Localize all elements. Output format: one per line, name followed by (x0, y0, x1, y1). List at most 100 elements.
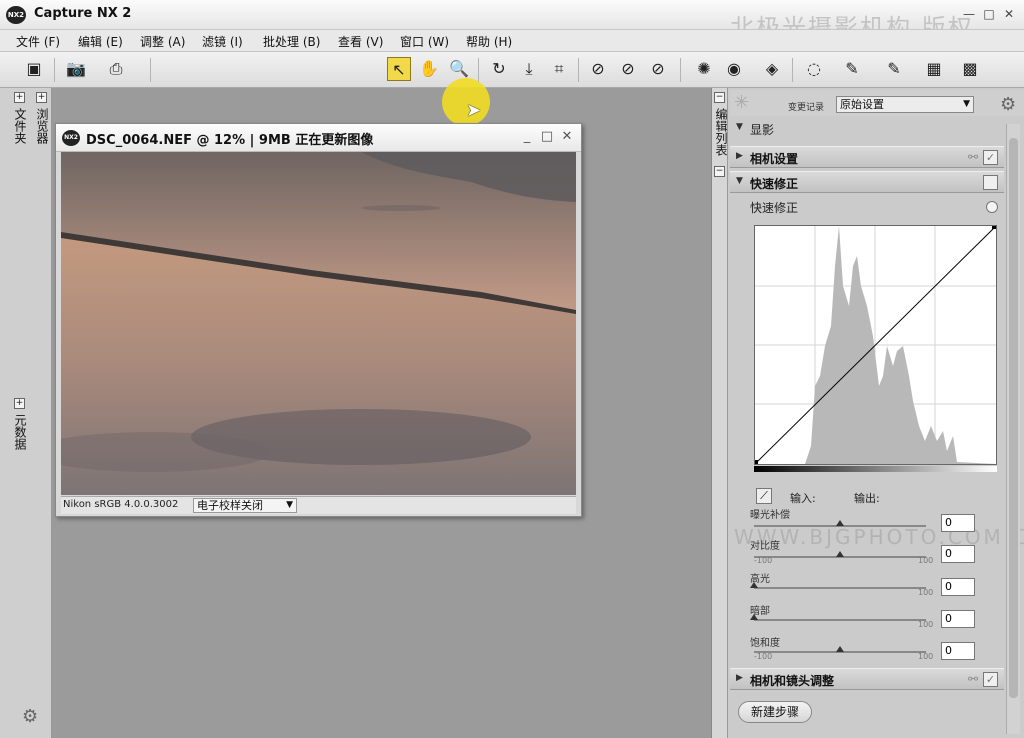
auto-retouch-icon[interactable]: ◉ (722, 57, 746, 81)
expand-folder-icon[interactable]: + (14, 92, 25, 103)
white-point-icon[interactable]: ⊘ (646, 57, 670, 81)
soft-proof-select[interactable]: 电子校样关闭 ▼ (193, 498, 297, 513)
collapse-icon[interactable]: − (714, 166, 725, 177)
tab-metadata[interactable]: 元数据 (11, 414, 27, 450)
camera-lens-adjust-label: 相机和镜头调整 (750, 674, 835, 688)
camera-settings-section[interactable]: ▶ 相机设置 ⚯ ✓ (730, 146, 1004, 168)
toolbar-separator (578, 58, 579, 82)
menu-help[interactable]: 帮助 (H) (466, 33, 512, 50)
crop-icon[interactable]: ⌗ (547, 57, 571, 81)
menu-batch[interactable]: 批处理 (B) (263, 33, 320, 50)
brush-icon[interactable]: ✎ (882, 57, 906, 81)
app-title: Capture NX 2 (34, 6, 132, 21)
tab-edit-list[interactable]: 编辑列表 (712, 108, 728, 156)
shadows-max-label: 100 (918, 620, 934, 629)
lasso-icon[interactable]: ◌ (802, 57, 826, 81)
input-label: 输入: (790, 492, 816, 505)
exposure-label: 曝光补偿 (750, 510, 790, 521)
quick-fix-label: 快速修正 (750, 177, 799, 191)
preset-select-value: 原始设置 (840, 98, 884, 111)
quick-fix-radio[interactable] (986, 201, 998, 213)
direct-select-arrow-icon[interactable]: ↖ (387, 57, 411, 81)
link-icon: ⚯ (967, 150, 978, 164)
edit-list-scrollbar[interactable] (1006, 124, 1020, 734)
history-label: 变更记录 (788, 103, 825, 113)
menu-window[interactable]: 窗口 (W) (400, 33, 449, 50)
maximize-icon[interactable]: □ (982, 7, 996, 21)
photo-image (61, 152, 576, 495)
tone-gradient-bar (754, 466, 997, 472)
quick-fix-checkbox[interactable] (983, 175, 998, 190)
quick-fix-subsection: 快速修正 (730, 196, 1004, 218)
menu-adjust[interactable]: 调整 (A) (140, 33, 185, 50)
red-eye-icon[interactable]: ✺ (692, 57, 716, 81)
contrast-label: 对比度 (750, 541, 780, 552)
print-icon[interactable]: ⎙ (104, 57, 128, 81)
fill-icon[interactable]: ▩ (958, 57, 982, 81)
curve-tool-icon[interactable]: ⟋ (756, 488, 772, 504)
black-point-icon[interactable]: ⊘ (586, 57, 610, 81)
left-dock: + + 文件夹 浏览器 + 元数据 ⚙ (0, 88, 52, 738)
preset-select[interactable]: 原始设置 ▼ (836, 96, 974, 113)
menu-view[interactable]: 查看 (V) (338, 33, 383, 50)
rotate-icon[interactable]: ↻ (487, 57, 511, 81)
chevron-down-icon: ▼ (286, 500, 293, 510)
camera-settings-checkbox[interactable]: ✓ (983, 150, 998, 165)
tab-folder[interactable]: 文件夹 (11, 108, 27, 144)
develop-section[interactable]: ▼ 显影 (730, 118, 1004, 140)
edit-list-header: ✳ 变更记录 原始设置 ▼ ⚙ (730, 90, 1024, 116)
brush-icon[interactable]: ✎ (840, 57, 864, 81)
browser-toggle-icon[interactable]: ▣ (22, 57, 46, 81)
gradient-icon[interactable]: ▦ (922, 57, 946, 81)
camera-lens-adjust-checkbox[interactable]: ✓ (983, 672, 998, 687)
shadows-slider-thumb[interactable] (750, 614, 758, 620)
maximize-icon[interactable]: □ (540, 130, 554, 144)
new-step-button[interactable]: 新建步骤 (738, 701, 812, 723)
neutral-point-icon[interactable]: ⊘ (616, 57, 640, 81)
expand-browser-icon[interactable]: + (36, 92, 47, 103)
photo-canvas[interactable] (61, 152, 576, 495)
camera-settings-label: 相机设置 (750, 152, 799, 166)
menu-edit[interactable]: 编辑 (E) (78, 33, 123, 50)
highlights-slider-thumb[interactable] (750, 582, 758, 588)
close-icon[interactable]: ✕ (560, 130, 574, 144)
toolbar-separator (150, 58, 151, 82)
minimize-icon[interactable]: — (962, 7, 976, 21)
quick-fix-section[interactable]: ▼ 快速修正 (730, 171, 1004, 193)
shadows-slider-track[interactable] (754, 619, 926, 621)
exposure-slider-thumb[interactable] (836, 520, 844, 526)
menu-filter[interactable]: 滤镜 (I) (202, 33, 243, 50)
contrast-value-input[interactable]: 0 (941, 545, 975, 563)
sparkle-icon: ✳ (734, 92, 750, 113)
contrast-max-label: 100 (918, 556, 934, 565)
expand-metadata-icon[interactable]: + (14, 398, 25, 409)
gear-icon[interactable]: ⚙ (22, 706, 38, 727)
histogram-svg (753, 224, 997, 465)
curve-histogram-graph[interactable] (753, 224, 997, 465)
shadows-value-input[interactable]: 0 (941, 610, 975, 628)
nx-logo-icon: NX2 (62, 130, 80, 146)
image-window-titlebar[interactable]: NX2 DSC_0064.NEF @ 12% | 9MB 正在更新图像 _ □ … (56, 124, 581, 152)
highlights-value-input[interactable]: 0 (941, 578, 975, 596)
saturation-value-input[interactable]: 0 (941, 642, 975, 660)
close-icon[interactable]: ✕ (1002, 7, 1016, 21)
hand-icon[interactable]: ✋ (417, 57, 441, 81)
saturation-slider-thumb[interactable] (836, 646, 844, 652)
menu-file[interactable]: 文件 (F) (16, 33, 60, 50)
gear-icon[interactable]: ⚙ (1000, 94, 1016, 115)
contrast-slider-thumb[interactable] (836, 551, 844, 557)
camera-lens-adjust-section[interactable]: ▶ 相机和镜头调整 ⚯ ✓ (730, 668, 1004, 690)
saturation-max-label: 100 (918, 652, 934, 661)
exposure-value-input[interactable]: 0 (941, 514, 975, 532)
scrollbar-thumb[interactable] (1009, 138, 1018, 698)
contrast-min-label: -100 (754, 556, 773, 565)
saturation-label: 饱和度 (750, 638, 780, 649)
color-control-point-icon[interactable]: ◈ (760, 57, 784, 81)
minimize-icon[interactable]: _ (520, 130, 534, 144)
camera-icon[interactable]: 📷 (64, 57, 88, 81)
straighten-icon[interactable]: ⤓ (517, 57, 541, 81)
edit-list-tab-strip: − 编辑列表 − (712, 88, 728, 738)
tab-browser[interactable]: 浏览器 (33, 108, 49, 144)
collapse-edit-list-icon[interactable]: − (714, 92, 725, 103)
highlights-slider-track[interactable] (754, 587, 926, 589)
